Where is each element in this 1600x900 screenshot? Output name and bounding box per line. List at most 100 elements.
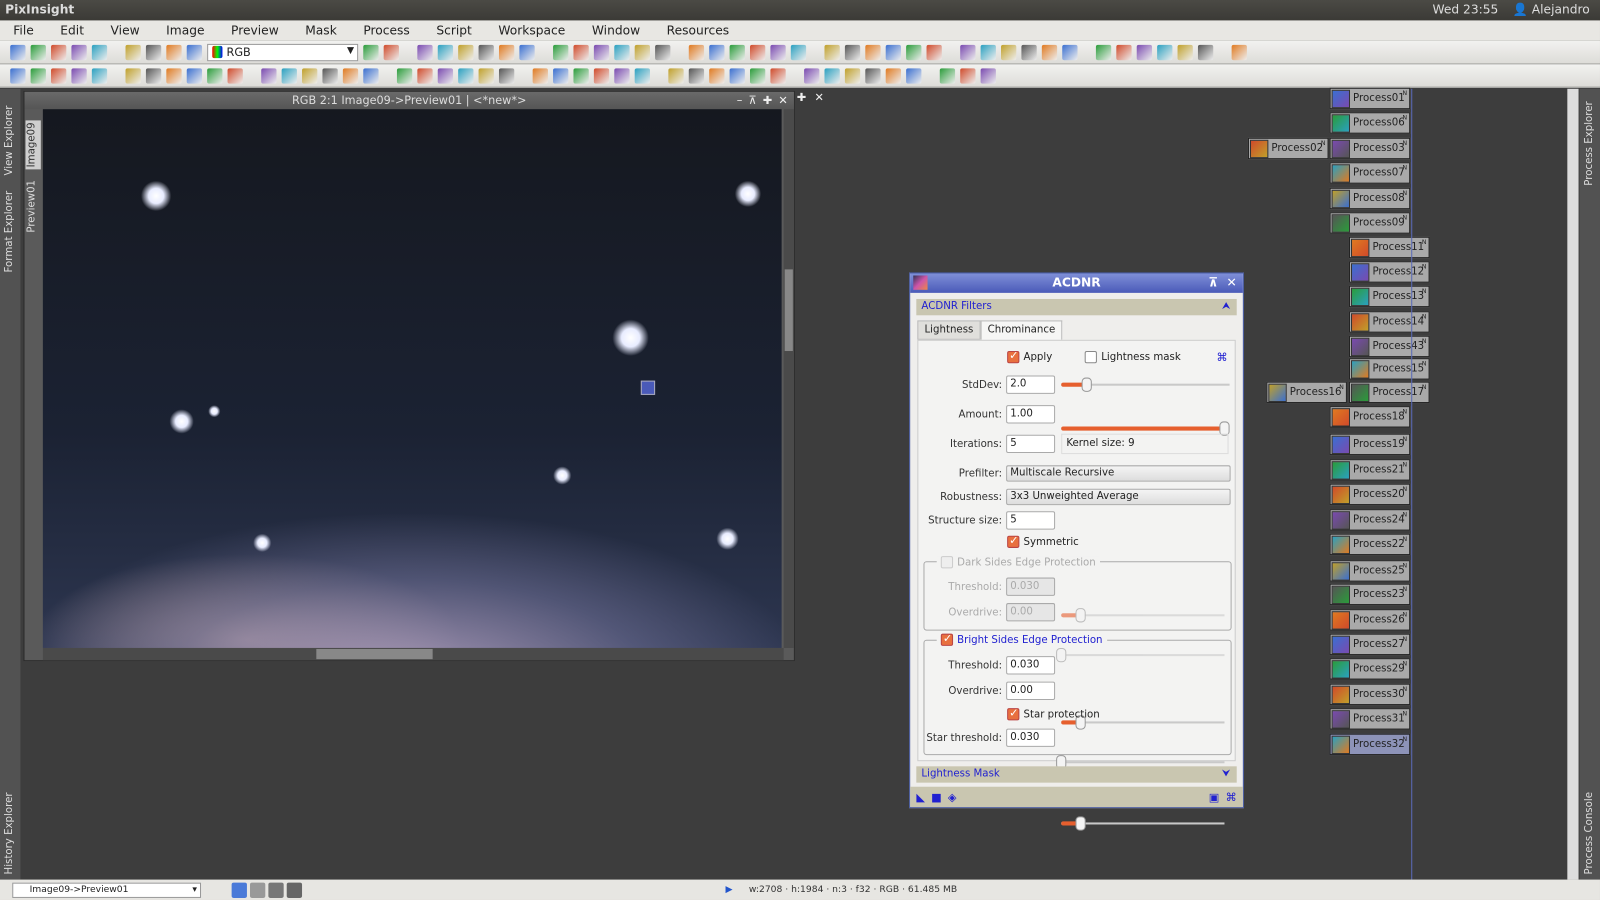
- menu-process[interactable]: Process: [350, 23, 423, 37]
- toolbar-tool-icon[interactable]: [614, 67, 630, 84]
- process-icon-process20[interactable]: Process20 N: [1329, 483, 1411, 506]
- toolbar-tool-icon[interactable]: [1157, 44, 1173, 60]
- toolbar-tool-icon[interactable]: [458, 67, 474, 84]
- toolbar-tool-icon[interactable]: [668, 67, 684, 84]
- toolbar-tool-icon[interactable]: [498, 44, 515, 60]
- symmetric-checkbox[interactable]: [1007, 534, 1020, 548]
- toolbar-tool-icon[interactable]: [749, 44, 766, 60]
- toolbar-tool-icon[interactable]: [71, 67, 87, 84]
- process-icon-process22[interactable]: Process22 N: [1329, 533, 1411, 556]
- toolbar-tool-icon[interactable]: [51, 67, 67, 84]
- color-space-select[interactable]: RGB ▼: [207, 43, 359, 61]
- structure-size-spinbox[interactable]: 5: [1006, 511, 1056, 530]
- apply-checkbox[interactable]: [1007, 349, 1020, 364]
- play-icon[interactable]: ▶: [726, 885, 733, 895]
- menu-image[interactable]: Image: [153, 23, 218, 37]
- toolbar-tool-icon[interactable]: [417, 67, 433, 84]
- toolbar-tool-icon[interactable]: [593, 44, 610, 60]
- process-icon-process21[interactable]: Process21 N: [1329, 459, 1411, 481]
- new-instance-icon[interactable]: ◣: [916, 790, 925, 803]
- toolbar-tool-icon[interactable]: [145, 44, 162, 60]
- toolbar-tool-icon[interactable]: [709, 67, 725, 84]
- toolbar-tool-icon[interactable]: [396, 67, 413, 84]
- menu-edit[interactable]: Edit: [47, 23, 97, 37]
- menu-resources[interactable]: Resources: [653, 23, 742, 37]
- process-icon-process09[interactable]: Process09 N: [1329, 212, 1411, 234]
- toolbar-tool-icon[interactable]: [30, 44, 46, 60]
- star-threshold-slider[interactable]: [1061, 816, 1225, 831]
- toolbar-tool-icon[interactable]: [437, 67, 454, 84]
- toolbar-tool-icon[interactable]: [1095, 44, 1112, 60]
- toolbar-tool-icon[interactable]: [906, 44, 922, 60]
- amount-input[interactable]: 1.00: [1006, 405, 1056, 424]
- toolbar-tool-icon[interactable]: [770, 67, 786, 84]
- toolbar-tool-icon[interactable]: [207, 67, 223, 84]
- expand-icon[interactable]: ⮟: [1222, 766, 1231, 782]
- display-mode-icon[interactable]: [249, 882, 266, 898]
- toolbar-tool-icon[interactable]: [417, 44, 433, 60]
- bright-sides-checkbox[interactable]: [940, 632, 954, 646]
- toolbar-tool-icon[interactable]: [145, 67, 162, 84]
- toolbar-tool-icon[interactable]: [166, 44, 182, 60]
- process-icon-process16[interactable]: Process16 N: [1266, 381, 1347, 404]
- toolbar-tool-icon[interactable]: [790, 44, 807, 60]
- tab-lightness[interactable]: Lightness: [917, 320, 981, 340]
- reset-icon[interactable]: ⌘: [1226, 790, 1237, 803]
- toolbar-tool-icon[interactable]: [634, 44, 650, 60]
- toolbar-tool-icon[interactable]: [51, 44, 67, 60]
- toolbar-tool-icon[interactable]: [553, 44, 569, 60]
- toolbar-tool-icon[interactable]: [939, 67, 956, 84]
- toolbar-tool-icon[interactable]: [709, 44, 725, 60]
- toolbar-tool-icon[interactable]: [865, 44, 881, 60]
- process-icon-process25[interactable]: Process25 N: [1329, 560, 1411, 582]
- toolbar-tool-icon[interactable]: [770, 44, 786, 60]
- toolbar-tool-icon[interactable]: [125, 44, 141, 60]
- process-icon-process30[interactable]: Process30 N: [1329, 683, 1411, 706]
- lightness-mask-section[interactable]: Lightness Mask ⮟: [916, 766, 1237, 783]
- minimize-icon[interactable]: –: [737, 92, 743, 109]
- toolbar-tool-icon[interactable]: [655, 44, 671, 60]
- toolbar-tool-icon[interactable]: [186, 44, 203, 60]
- view-explorer-tab[interactable]: View Explorer: [4, 94, 15, 176]
- toolbar-tool-icon[interactable]: [1041, 44, 1058, 60]
- process-icon-process14[interactable]: Process14 N: [1348, 311, 1430, 333]
- toolbar-tool-icon[interactable]: [281, 67, 297, 84]
- toolbar-tool-icon[interactable]: [688, 67, 705, 84]
- toolbar-tool-icon[interactable]: [729, 67, 745, 84]
- toolbar-tool-icon[interactable]: [926, 44, 942, 60]
- toolbar-tool-icon[interactable]: [749, 67, 766, 84]
- toolbar-tool-icon[interactable]: [363, 67, 379, 84]
- display-mode-icon[interactable]: [286, 882, 303, 898]
- process-icon-process03[interactable]: Process03 N: [1329, 137, 1411, 160]
- process-icon-process27[interactable]: Process27 N: [1329, 633, 1411, 656]
- toolbar-tool-icon[interactable]: [729, 44, 745, 60]
- toolbar-tool-icon[interactable]: [498, 67, 515, 84]
- process-icon-process43[interactable]: Process43 N: [1348, 335, 1430, 358]
- process-icon-process17[interactable]: Process17 N: [1348, 381, 1430, 404]
- toolbar-tool-icon[interactable]: [844, 44, 861, 60]
- vertical-scrollbar[interactable]: [783, 109, 794, 648]
- toolbar-tool-icon[interactable]: [91, 44, 108, 60]
- robustness-combo[interactable]: 3x3 Unweighted Average: [1006, 488, 1231, 506]
- toolbar-tool-icon[interactable]: [1231, 44, 1247, 60]
- menu-preview[interactable]: Preview: [218, 23, 292, 37]
- shade-icon[interactable]: ⊼: [1208, 273, 1218, 292]
- process-explorer-tab[interactable]: Process Explorer: [1584, 94, 1595, 185]
- toolbar-tool-icon[interactable]: [885, 44, 902, 60]
- toolbar-tool-icon[interactable]: [553, 67, 569, 84]
- toolbar-tool-icon[interactable]: [1197, 44, 1214, 60]
- toolbar-tool-icon[interactable]: [30, 67, 46, 84]
- stddev-input[interactable]: 2.0: [1006, 375, 1056, 394]
- toolbar-tool-icon[interactable]: [10, 67, 26, 84]
- collapse-icon[interactable]: ⮝: [1222, 299, 1231, 315]
- shade-icon[interactable]: ⊼: [748, 92, 756, 109]
- tab-chrominance[interactable]: Chrominance: [980, 320, 1063, 340]
- toolbar-tool-icon[interactable]: [824, 67, 840, 84]
- display-mode-icon[interactable]: [231, 882, 247, 898]
- image-window-titlebar[interactable]: RGB 2:1 Image09->Preview01 | <*new*> – ⊼ ✚…: [24, 91, 794, 110]
- process-icon-process07[interactable]: Process07 N: [1329, 162, 1411, 184]
- menu-mask[interactable]: Mask: [292, 23, 350, 37]
- apply-global-icon[interactable]: ■: [931, 790, 942, 803]
- display-mode-icon[interactable]: [268, 882, 284, 898]
- stddev-slider[interactable]: [1061, 377, 1230, 392]
